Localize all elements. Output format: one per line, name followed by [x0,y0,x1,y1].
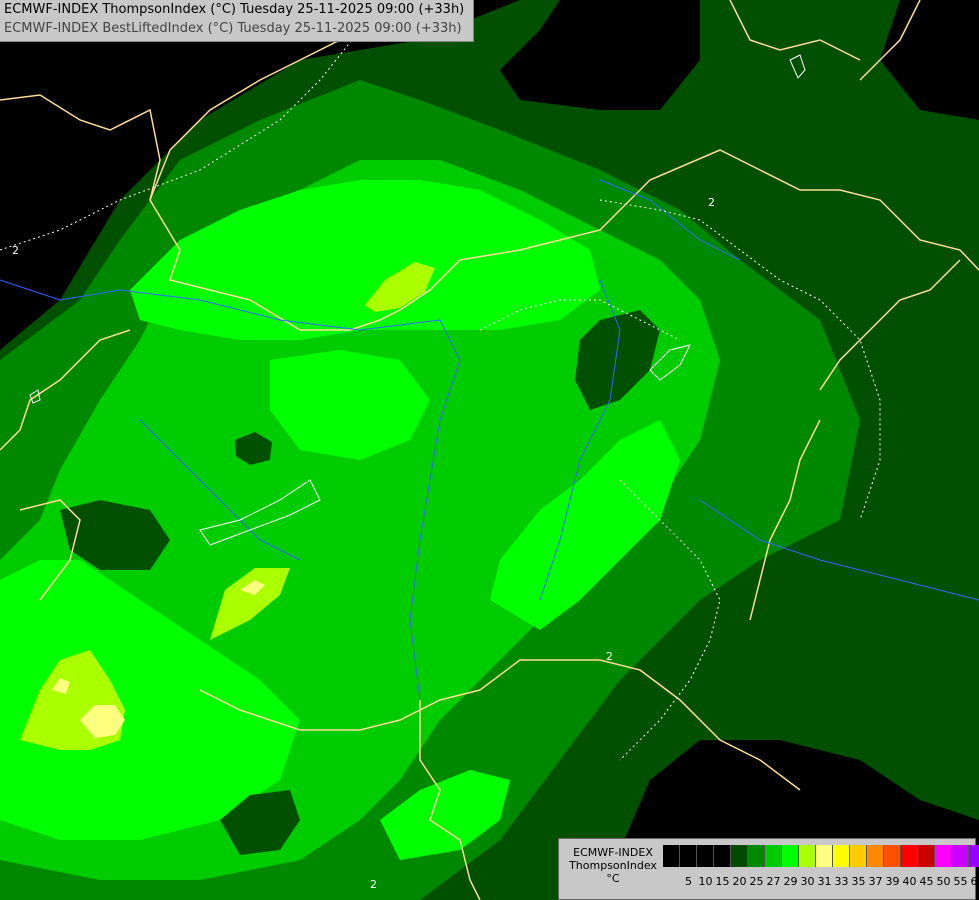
contour-label: 2 [370,878,377,891]
legend-parameter: ThompsonIndex [569,859,657,872]
legend-swatch [663,845,680,867]
map-view[interactable]: 2 2 2 2 ECMWF-INDEX ThompsonIndex (°C) T… [0,0,979,900]
thompson-index-map [0,0,979,900]
title-best-lifted-index: ECMWF-INDEX BestLiftedIndex (°C) Tuesday… [4,21,462,36]
map-title-box: ECMWF-INDEX ThompsonIndex (°C) Tuesday 2… [0,0,474,42]
color-legend: ECMWF-INDEX ThompsonIndex °C 5 10 15 20 25 27… [558,838,979,900]
contour-label: 2 [606,650,613,663]
legend-swatch [816,845,833,867]
legend-swatch [969,845,979,867]
legend-swatch [867,845,884,867]
legend-swatch [952,845,969,867]
legend-swatch [731,845,748,867]
legend-swatch [714,845,731,867]
legend-label: ECMWF-INDEX ThompsonIndex °C [565,846,661,885]
legend-swatch [782,845,799,867]
legend-swatch [935,845,952,867]
title-thompson-index: ECMWF-INDEX ThompsonIndex (°C) Tuesday 2… [4,2,465,17]
legend-swatch [833,845,850,867]
legend-unit: °C [606,872,620,885]
legend-swatch [799,845,816,867]
legend-swatch [850,845,867,867]
contour-label: 2 [12,244,19,257]
legend-swatch [680,845,697,867]
legend-swatch [765,845,782,867]
legend-swatch [901,845,918,867]
legend-swatch [918,845,935,867]
legend-swatch [884,845,901,867]
legend-swatch [697,845,714,867]
legend-model: ECMWF-INDEX [573,846,653,859]
contour-label: 2 [708,196,715,209]
legend-swatch [748,845,765,867]
legend-tick-label: 60 [970,875,979,888]
